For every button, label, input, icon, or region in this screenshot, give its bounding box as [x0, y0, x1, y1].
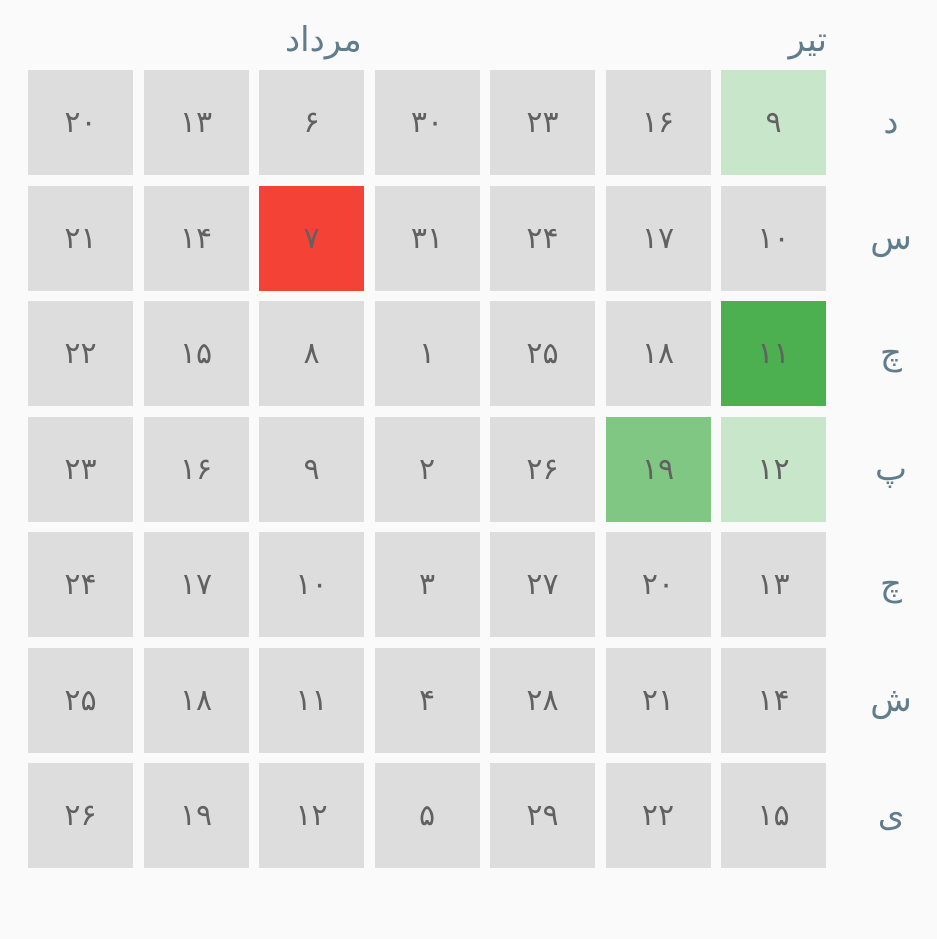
- day-cell[interactable]: ۲۶: [28, 763, 133, 868]
- day-cell[interactable]: ۲۹: [490, 763, 595, 868]
- day-cell[interactable]: ۱۵: [143, 301, 249, 406]
- day-cell[interactable]: ۱۸: [143, 647, 249, 753]
- day-cell[interactable]: ۲۰: [605, 532, 711, 637]
- day-cell[interactable]: ۴: [374, 647, 480, 753]
- day-cell[interactable]: ۹: [259, 416, 364, 522]
- weekday-label: پ: [874, 448, 907, 489]
- day-cell[interactable]: ۱۳: [721, 532, 826, 637]
- day-cell[interactable]: ۲۰: [28, 70, 133, 175]
- day-cell[interactable]: ۲۲: [605, 763, 711, 868]
- day-cell[interactable]: ۲۱: [605, 647, 711, 753]
- day-cell[interactable]: ۲۷: [490, 532, 595, 637]
- day-cell-today[interactable]: ۷: [259, 185, 364, 291]
- day-cell[interactable]: ۸: [259, 301, 364, 406]
- day-cell[interactable]: ۱۰: [721, 185, 826, 291]
- day-cell[interactable]: ۱: [374, 301, 480, 406]
- month-label-tir: تیر: [788, 20, 827, 60]
- day-cell[interactable]: ۲۸: [490, 647, 595, 753]
- day-cell[interactable]: ۱۷: [143, 532, 249, 637]
- weekday-label: د: [883, 102, 899, 142]
- day-cell[interactable]: ۲۳: [28, 416, 133, 522]
- weekday-label: چ: [880, 333, 902, 373]
- day-cell[interactable]: ۲۲: [28, 301, 133, 406]
- day-cell[interactable]: ۱۰: [259, 532, 364, 637]
- day-cell[interactable]: ۵: [374, 763, 480, 868]
- weekday-label: ی: [877, 795, 905, 835]
- day-cell[interactable]: ۶: [259, 70, 364, 175]
- day-cell[interactable]: ۲۱: [28, 185, 133, 291]
- day-cell[interactable]: ۱۷: [605, 185, 711, 291]
- day-cell[interactable]: ۱۴: [143, 185, 249, 291]
- day-cell[interactable]: ۲: [374, 416, 480, 522]
- day-cell[interactable]: ۲۴: [490, 185, 595, 291]
- calendar-heatmap-grid: ۲۰ ۱۳ ۶ ۳۰ ۲۳ ۱۶ ۹ ۲۱ ۱۴ ۷ ۳۱ ۲۴ ۱۷ ۱۰ ۲۲ ۱۵ ۸ ۱ ۲۵ ۱۸ ۱۱ ۲۳ ۱…: [28, 70, 826, 868]
- day-cell[interactable]: ۲۵: [490, 301, 595, 406]
- day-cell[interactable]: ۱۶: [605, 70, 711, 175]
- day-cell[interactable]: ۲۳: [490, 70, 595, 175]
- day-cell[interactable]: ۱۹: [143, 763, 249, 868]
- weekday-label: ش: [870, 679, 912, 720]
- day-cell[interactable]: ۱۱: [259, 647, 364, 753]
- day-cell[interactable]: ۹: [721, 70, 826, 175]
- day-cell[interactable]: ۳: [374, 532, 480, 637]
- day-cell[interactable]: ۱۵: [721, 763, 826, 868]
- weekday-label: س: [870, 217, 912, 258]
- month-label-mordad: مرداد: [285, 20, 362, 60]
- day-cell[interactable]: ۱۸: [605, 301, 711, 406]
- day-cell[interactable]: ۳۱: [374, 185, 480, 291]
- day-cell[interactable]: ۱۲: [259, 763, 364, 868]
- day-cell[interactable]: ۱۲: [721, 416, 826, 522]
- day-cell[interactable]: ۲۵: [28, 647, 133, 753]
- weekday-label: چ: [880, 564, 902, 604]
- day-cell[interactable]: ۲۴: [28, 532, 133, 637]
- day-cell[interactable]: ۱۳: [143, 70, 249, 175]
- day-cell[interactable]: ۱۴: [721, 647, 826, 753]
- day-cell[interactable]: ۲۶: [490, 416, 595, 522]
- day-cell[interactable]: ۳۰: [374, 70, 480, 175]
- day-cell[interactable]: ۱۶: [143, 416, 249, 522]
- day-cell[interactable]: ۱۹: [605, 416, 711, 522]
- day-cell[interactable]: ۱۱: [721, 301, 826, 406]
